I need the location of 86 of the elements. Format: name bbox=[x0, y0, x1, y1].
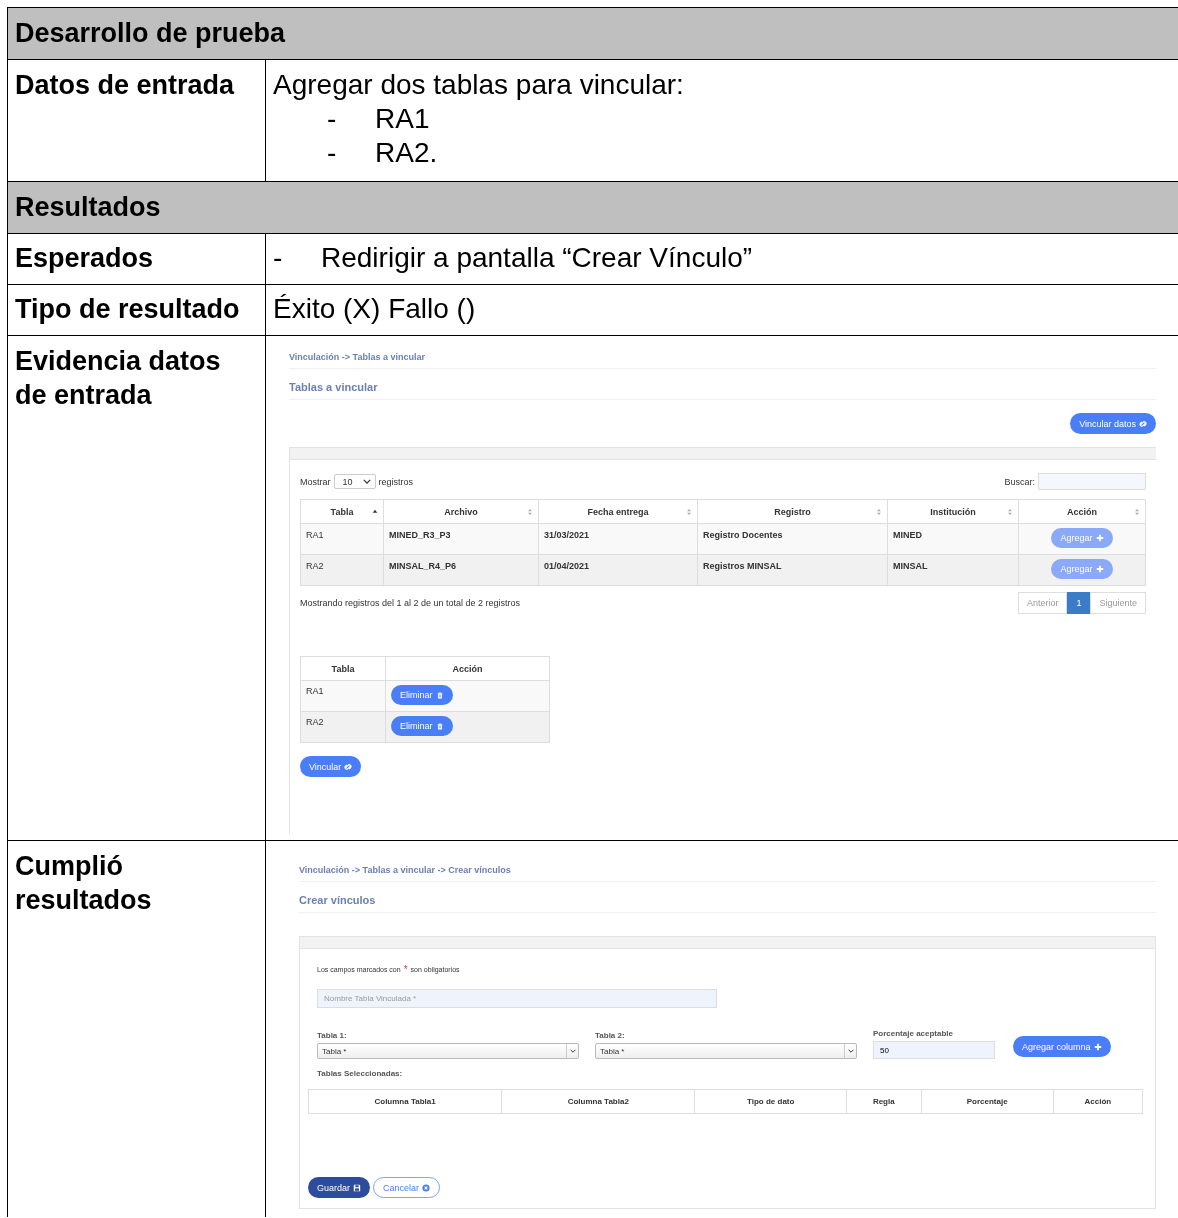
save-icon bbox=[353, 1183, 362, 1192]
list-item: RA2. bbox=[375, 136, 438, 170]
list-item: Redirigir a pantalla “Crear Vínculo” bbox=[321, 241, 753, 275]
column-header: Columna Tabla2 bbox=[501, 1089, 695, 1114]
action-button[interactable]: Cancelar bbox=[373, 1177, 441, 1198]
action-button[interactable]: Eliminar bbox=[391, 685, 453, 705]
field-label: Tabla 2: bbox=[595, 1031, 626, 1040]
trash-icon bbox=[435, 722, 444, 730]
search-field[interactable] bbox=[1038, 473, 1146, 490]
sort-icon[interactable] bbox=[527, 507, 533, 516]
column-header: Columna Tabla1 bbox=[308, 1089, 502, 1114]
name-field[interactable]: Nombre Tabla Vinculada * bbox=[317, 989, 717, 1008]
field-label: Porcentaje aceptable bbox=[873, 1029, 955, 1038]
bullet-mark: - bbox=[273, 241, 284, 275]
action-button[interactable]: Agregar columna bbox=[1013, 1036, 1111, 1057]
action-button[interactable]: Vincular bbox=[300, 756, 362, 777]
sort-ascending-icon[interactable] bbox=[372, 507, 378, 516]
column-header: Acción bbox=[1053, 1089, 1143, 1114]
row-label: Cumplió resultados bbox=[15, 850, 153, 917]
percentage-field[interactable]: 50 bbox=[873, 1041, 995, 1059]
caret-icon bbox=[362, 479, 371, 484]
sort-icon[interactable] bbox=[1007, 507, 1013, 516]
table-cell: RA1 bbox=[300, 523, 384, 555]
plus-icon bbox=[1095, 534, 1104, 542]
page-size-select[interactable]: 10 bbox=[333, 474, 376, 489]
row-label: Esperados bbox=[15, 242, 155, 275]
row-label: Datos de entrada bbox=[15, 69, 236, 102]
action-button[interactable]: Guardar bbox=[308, 1177, 371, 1198]
table-select[interactable]: Tabla * bbox=[595, 1043, 857, 1059]
caret-icon bbox=[847, 1049, 854, 1053]
list-item: RA1 bbox=[375, 102, 430, 136]
pagination-button[interactable]: 1 bbox=[1067, 592, 1091, 614]
table-cell: Registro Docentes bbox=[697, 523, 888, 555]
link-icon bbox=[1139, 419, 1147, 428]
table-select[interactable]: Tabla * bbox=[317, 1043, 579, 1059]
page-title: Tablas a vincular bbox=[289, 380, 379, 395]
page-title: Crear vínculos bbox=[299, 893, 377, 908]
action-button[interactable]: Vincular datos bbox=[1070, 413, 1156, 434]
table-cell: RA2 bbox=[300, 554, 384, 586]
column-header: Porcentaje bbox=[921, 1089, 1054, 1114]
table-cell: RA1 bbox=[300, 680, 386, 712]
column-header: Regla bbox=[846, 1089, 922, 1114]
table-cell: MINSAL bbox=[887, 554, 1019, 586]
table-cell: 01/04/2021 bbox=[538, 554, 698, 586]
section-heading: Desarrollo de prueba bbox=[14, 18, 286, 49]
column-header[interactable]: Acción bbox=[1067, 506, 1097, 517]
plus-icon bbox=[1093, 1042, 1102, 1051]
section-label: Tablas Seleccionadas: bbox=[317, 1069, 404, 1078]
required-asterisk: * bbox=[403, 966, 408, 973]
sort-icon[interactable] bbox=[1134, 507, 1140, 516]
table-cell: MINED_R3_P3 bbox=[383, 523, 539, 555]
column-header: Acción bbox=[385, 656, 550, 681]
link-icon bbox=[344, 762, 353, 771]
length-suffix: registros bbox=[378, 476, 414, 487]
sort-icon[interactable] bbox=[686, 507, 692, 516]
row-label: Tipo de resultado bbox=[15, 293, 241, 326]
table-cell: Registros MINSAL bbox=[697, 554, 888, 586]
column-header[interactable]: Tabla bbox=[330, 506, 354, 517]
column-header[interactable]: Registro bbox=[774, 506, 811, 517]
table-info: Mostrando registros del 1 al 2 de un total de 2 registros bbox=[300, 598, 521, 608]
sort-icon[interactable] bbox=[876, 507, 882, 516]
column-header[interactable]: Fecha entrega bbox=[587, 506, 649, 517]
column-header[interactable]: Institución bbox=[930, 506, 976, 517]
cancel-icon bbox=[422, 1183, 431, 1192]
bullet-mark: - bbox=[327, 136, 338, 170]
input-description: Agregar dos tablas para vincular: bbox=[273, 68, 685, 102]
table-cell: RA2 bbox=[300, 711, 386, 743]
row-label: Evidencia datos de entrada bbox=[15, 345, 222, 412]
plus-icon bbox=[1095, 565, 1104, 573]
breadcrumb: Vinculación -> Tablas a vincular -> Crear vínculos bbox=[299, 865, 512, 877]
bullet-mark: - bbox=[327, 102, 338, 136]
search-label: Buscar: bbox=[1004, 476, 1035, 487]
table-cell: MINSAL_R4_P6 bbox=[383, 554, 539, 586]
result-type: Éxito (X) Fallo () bbox=[273, 292, 477, 326]
caret-icon bbox=[569, 1049, 576, 1053]
action-button[interactable]: Eliminar bbox=[391, 716, 453, 736]
section-heading: Resultados bbox=[14, 192, 161, 223]
table-cell: 31/03/2021 bbox=[538, 523, 698, 555]
trash-icon bbox=[435, 691, 444, 699]
field-label: Tabla 1: bbox=[317, 1031, 348, 1040]
column-header: Tipo de dato bbox=[694, 1089, 847, 1114]
breadcrumb: Vinculación -> Tablas a vincular bbox=[289, 352, 426, 364]
length-label: Mostrar bbox=[300, 476, 331, 487]
column-header[interactable]: Archivo bbox=[444, 506, 478, 517]
table-cell: MINED bbox=[887, 523, 1019, 555]
column-header: Tabla bbox=[300, 656, 386, 681]
